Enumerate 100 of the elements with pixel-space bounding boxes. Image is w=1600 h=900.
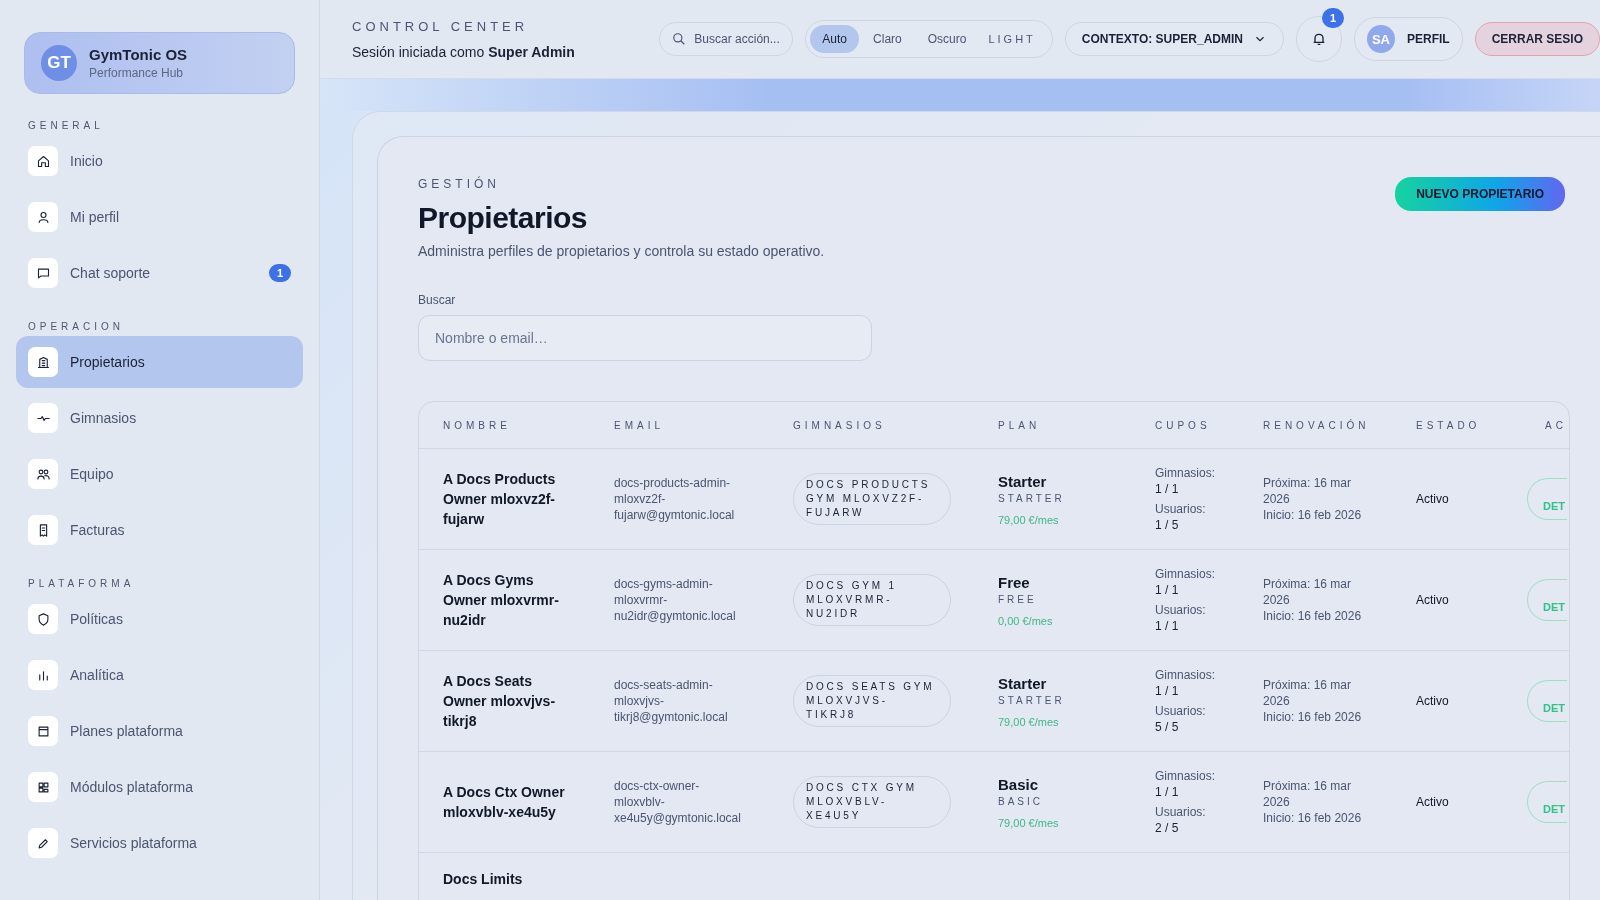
- renewal-next: Próxima: 16 mar 2026: [1263, 576, 1353, 608]
- sidebar-item[interactable]: Propietarios: [16, 336, 303, 388]
- pulse-icon: [28, 403, 58, 433]
- quota-label: Gimnasios:: [1155, 667, 1217, 683]
- sidebar-item[interactable]: Analítica: [16, 649, 303, 701]
- chat-icon: [28, 258, 58, 288]
- bars-icon: [28, 660, 58, 690]
- column-header: NOMBRE: [443, 419, 512, 431]
- logout-button[interactable]: CERRAR SESIO: [1474, 22, 1600, 56]
- quota-value: 1 / 1: [1155, 683, 1180, 699]
- column-header: CUPOS: [1155, 419, 1212, 431]
- quota-label: Gimnasios:: [1155, 768, 1217, 784]
- renewal-start: Inicio: 16 feb 2026: [1263, 507, 1363, 523]
- plan-name: Free: [998, 573, 1031, 591]
- pencil-icon: [28, 828, 58, 858]
- brand-name: GymTonic OS: [89, 46, 188, 63]
- theme-option[interactable]: Claro: [861, 25, 914, 53]
- section-title: PLATAFORMA: [28, 578, 136, 589]
- quota-value: 1 / 1: [1155, 618, 1180, 634]
- brand-subtitle: Performance Hub: [89, 66, 185, 80]
- quota-value: 1 / 1: [1155, 784, 1180, 800]
- plan-code: FREE: [998, 593, 1038, 605]
- building-icon: [28, 347, 58, 377]
- header-overline: CONTROL CENTER: [352, 18, 530, 34]
- owner-name: A Docs Seats Owner mloxvjvs-tikrj8: [443, 672, 557, 731]
- plan-name: Basic: [998, 775, 1040, 793]
- notification-count: 1: [1321, 8, 1344, 28]
- theme-option[interactable]: Oscuro: [915, 25, 979, 53]
- quota-label: Usuarios:: [1155, 602, 1207, 618]
- users-icon: [28, 459, 58, 489]
- context-dropdown[interactable]: CONTEXTO: SUPER_ADMIN: [1064, 22, 1284, 56]
- user-icon: [28, 202, 58, 232]
- plan-name: Starter: [998, 674, 1048, 692]
- session-text: Sesión iniciada como Super Admin: [352, 43, 576, 60]
- search-input[interactable]: Nombre o email…: [418, 315, 872, 361]
- page-overline: GESTIÓN: [418, 177, 501, 191]
- renewal-next: Próxima: 16 mar 2026: [1263, 475, 1353, 507]
- sidebar-item[interactable]: Planes plataforma: [16, 705, 303, 757]
- quota-label: Usuarios:: [1155, 703, 1207, 719]
- brand-avatar: GT: [41, 45, 77, 81]
- renewal-next: Próxima: 16 mar 2026: [1263, 778, 1353, 810]
- quota-value: 5 / 5: [1155, 719, 1180, 735]
- column-header: AC: [1545, 419, 1568, 431]
- status-text: Activo: [1416, 694, 1450, 708]
- action-search-field[interactable]: Buscar acción...: [659, 22, 794, 56]
- plan-code: BASIC: [998, 795, 1044, 807]
- window-icon: [28, 716, 58, 746]
- status-text: Activo: [1416, 492, 1450, 506]
- renewal-start: Inicio: 16 feb 2026: [1263, 709, 1363, 725]
- column-header: EMAIL: [614, 419, 665, 431]
- column-header: RENOVACIÓN: [1263, 419, 1371, 431]
- column-header: GIMNASIOS: [793, 419, 887, 431]
- plan-code: STARTER: [998, 492, 1066, 504]
- column-header: PLAN: [998, 419, 1042, 431]
- quota-label: Usuarios:: [1155, 804, 1207, 820]
- sidebar-item[interactable]: Módulos plataforma: [16, 761, 303, 813]
- sidebar-item[interactable]: Servicios plataforma: [16, 817, 303, 869]
- owner-email: docs-products-admin-mloxvz2f-fujarw@gymtonic.local: [614, 475, 736, 523]
- profile-button[interactable]: SA PERFIL: [1353, 17, 1463, 61]
- modules-icon: [28, 772, 58, 802]
- quota-label: Gimnasios:: [1155, 566, 1217, 582]
- sidebar-item[interactable]: Equipo: [16, 448, 303, 500]
- quota-label: Gimnasios:: [1155, 465, 1217, 481]
- page-title: Propietarios: [418, 201, 589, 235]
- owner-name: A Docs Products Owner mloxvz2f-fujarw: [443, 470, 557, 529]
- count-badge: 1: [268, 264, 291, 282]
- owner-name: A Docs Ctx Owner mloxvblv-xe4u5y: [443, 783, 566, 822]
- renewal-start: Inicio: 16 feb 2026: [1263, 608, 1363, 624]
- sidebar-item[interactable]: Gimnasios: [16, 392, 303, 444]
- owner-name: A Docs Gyms Owner mloxvrmr-nu2idr: [443, 571, 560, 630]
- home-icon: [28, 146, 58, 176]
- section-title: GENERAL: [28, 120, 105, 131]
- owner-name: Docs Limits: [443, 870, 524, 889]
- plan-name: Starter: [998, 472, 1048, 490]
- quota-value: 1 / 5: [1155, 517, 1180, 533]
- sidebar-item[interactable]: Mi perfil: [16, 191, 303, 243]
- quota-value: 1 / 1: [1155, 481, 1180, 497]
- owner-email: docs-gyms-admin-mloxvrmr-nu2idr@gymtonic.local: [614, 576, 737, 624]
- status-text: Activo: [1416, 795, 1450, 809]
- new-owner-button[interactable]: NUEVO PROPIETARIO: [1395, 177, 1565, 211]
- avatar-circle: SA: [1366, 25, 1395, 53]
- plan-code: STARTER: [998, 694, 1066, 706]
- quota-label: Usuarios:: [1155, 501, 1207, 517]
- owner-email: docs-seats-admin-mloxvjvs-tikrj8@gymtonic.local: [614, 677, 729, 725]
- quota-value: 2 / 5: [1155, 820, 1180, 836]
- page-description: Administra perfiles de propietarios y controla su estado operativo.: [418, 243, 825, 259]
- quota-value: 1 / 1: [1155, 582, 1180, 598]
- status-text: Activo: [1416, 593, 1450, 607]
- renewal-next: Próxima: 16 mar 2026: [1263, 677, 1353, 709]
- shield-icon: [28, 604, 58, 634]
- sidebar-item[interactable]: Facturas: [16, 504, 303, 556]
- plan-price: 79,00 €/mes: [998, 513, 1060, 526]
- search-icon: [672, 32, 687, 46]
- plan-price: 0,00 €/mes: [998, 614, 1054, 627]
- sidebar-item[interactable]: Inicio: [16, 135, 303, 187]
- plan-price: 79,00 €/mes: [998, 816, 1060, 829]
- theme-option[interactable]: Auto: [810, 25, 860, 53]
- sidebar-item[interactable]: Chat soporte 1: [16, 247, 303, 299]
- sidebar-item[interactable]: Políticas: [16, 593, 303, 645]
- section-title: OPERACION: [28, 321, 125, 332]
